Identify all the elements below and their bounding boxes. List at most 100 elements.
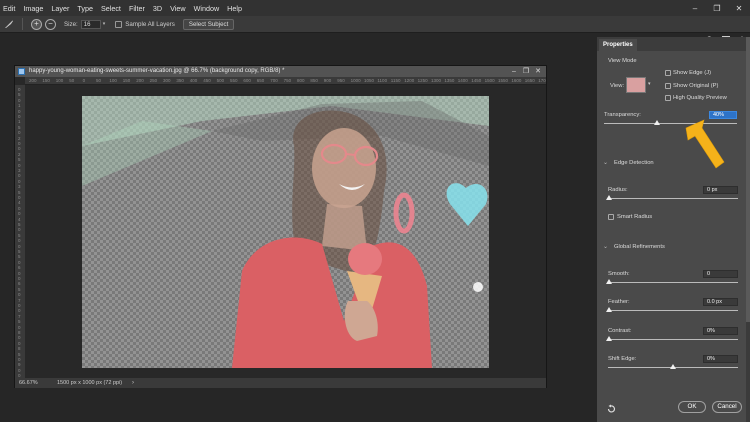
reset-icon[interactable] (606, 401, 616, 413)
menu-select[interactable]: Select (97, 4, 125, 13)
ruler-tick-label: 150 (42, 78, 50, 83)
ruler-tick-label: 1550 (498, 78, 509, 83)
ruler-tick-label: 1350 (444, 78, 455, 83)
tab-properties[interactable]: Properties (599, 39, 637, 51)
menu-image[interactable]: Image (19, 4, 47, 13)
status-menu-icon[interactable]: › (132, 378, 134, 388)
ruler-tick-label: 150 (122, 78, 131, 83)
sample-all-layers-checkbox[interactable] (115, 20, 123, 28)
panel-scrollbar-thumb[interactable] (746, 37, 750, 322)
feather-slider-thumb[interactable] (606, 307, 612, 312)
menu-help[interactable]: Help (223, 4, 246, 13)
shift-edge-label: Shift Edge: (608, 356, 637, 362)
ruler-tick-label: 0 (18, 87, 21, 92)
ruler-tick-label: 0 (18, 227, 21, 233)
contrast-input[interactable]: 0% (703, 327, 738, 335)
transparency-slider-thumb[interactable] (654, 120, 661, 125)
size-input[interactable]: 16 (80, 19, 101, 29)
ruler-tick-label: 0 (18, 276, 21, 281)
menu-type[interactable]: Type (73, 4, 97, 13)
properties-panel: Properties View Mode View: ▾ Show Edge (… (597, 37, 750, 422)
document-tab[interactable]: happy-young-woman-eating-sweets-summer-v… (15, 66, 546, 77)
minimize-button[interactable]: – (684, 0, 706, 16)
ruler-tick-label: 0 (18, 108, 21, 114)
ruler-tick-label: 700 (270, 78, 278, 83)
menu-layer[interactable]: Layer (47, 4, 73, 13)
smart-radius-label: Smart Radius (617, 214, 653, 220)
feather-input[interactable]: 0.0 px (703, 298, 738, 306)
canvas-area[interactable] (25, 85, 546, 378)
ruler-tick-label: 2 (18, 135, 21, 141)
ruler-tick-label: 5 (18, 351, 21, 357)
size-dropdown-icon[interactable]: ▾ (103, 21, 106, 27)
document-info: 1500 px x 1000 px (72 ppi) (57, 380, 123, 386)
ruler-tick-label: 0 (18, 211, 21, 217)
feather-slider[interactable] (608, 310, 738, 311)
ruler-tick-label: 5 (18, 254, 21, 260)
close-button[interactable]: ✕ (728, 0, 750, 16)
doc-maximize-button[interactable]: ❐ (520, 66, 532, 77)
ruler-tick-label: 450 (203, 78, 211, 83)
smart-radius-checkbox[interactable] (608, 214, 614, 220)
ruler-tick-label: 100 (109, 78, 117, 83)
select-subject-button[interactable]: Select Subject (182, 18, 235, 30)
ruler-tick-label: 5 (18, 222, 21, 227)
ruler-tick-label: 9 (18, 362, 21, 368)
radius-slider-thumb[interactable] (606, 195, 612, 200)
show-edge-label: Show Edge (J) (673, 70, 712, 76)
contrast-slider[interactable] (608, 339, 738, 340)
menu-window[interactable]: Window (190, 4, 224, 13)
maximize-button[interactable]: ❐ (706, 0, 728, 16)
ruler-tick-label: 3 (18, 184, 21, 190)
radius-slider[interactable] (608, 198, 738, 199)
ruler-tick-label: 1 (18, 103, 21, 109)
ruler-tick-label: 0 (18, 259, 21, 265)
view-mode-thumbnail[interactable] (626, 77, 646, 93)
ruler-tick-label: 900 (323, 78, 332, 83)
ruler-tick-label: 1400 (457, 78, 468, 83)
doc-minimize-button[interactable]: – (508, 66, 520, 77)
ruler-tick-label: 600 (243, 78, 251, 83)
ruler-tick-label: 5 (18, 157, 21, 163)
smooth-input[interactable]: 0 (703, 270, 738, 278)
contrast-slider-thumb[interactable] (606, 336, 612, 341)
ruler-tick-label: 1250 (417, 78, 428, 83)
photoshop-window: Edit Image Layer Type Select Filter 3D V… (0, 0, 750, 422)
panel-tab-bar: Properties (597, 37, 750, 51)
zoom-level[interactable]: 66.67% (19, 378, 38, 388)
view-dropdown-icon[interactable]: ▾ (648, 81, 651, 87)
ruler-tick-label: 550 (230, 78, 238, 83)
ruler-tick-label: 850 (310, 78, 318, 83)
show-original-label: Show Original (P) (673, 83, 719, 89)
smooth-slider[interactable] (608, 282, 738, 283)
menu-3d[interactable]: 3D (149, 4, 166, 13)
subtract-from-selection-icon[interactable]: − (45, 18, 56, 30)
edge-detection-chevron-icon[interactable]: ⌄ (603, 159, 608, 166)
menu-view[interactable]: View (166, 4, 189, 13)
global-refinements-chevron-icon[interactable]: ⌄ (603, 243, 608, 250)
add-to-selection-icon[interactable]: + (31, 18, 42, 30)
ruler-tick-label: 250 (149, 78, 158, 83)
show-original-checkbox[interactable] (665, 83, 671, 89)
smooth-label: Smooth: (608, 271, 630, 277)
menu-edit[interactable]: Edit (0, 4, 19, 13)
shift-edge-input[interactable]: 0% (703, 355, 738, 363)
panel-scrollbar[interactable] (746, 37, 750, 422)
ok-button[interactable]: OK (678, 401, 706, 413)
menu-filter[interactable]: Filter (125, 4, 149, 13)
shift-edge-slider-thumb[interactable] (670, 364, 676, 369)
ruler-tick-label: 0 (18, 97, 21, 103)
brush-tool-icon[interactable] (4, 19, 14, 29)
high-quality-preview-checkbox[interactable] (665, 95, 671, 101)
ruler-tick-label: 50 (96, 78, 102, 83)
status-bar: 66.67% 1500 px x 1000 px (72 ppi) › (15, 378, 546, 388)
document-title: happy-young-woman-eating-sweets-summer-v… (29, 68, 285, 74)
options-bar: + − Size: 16 ▾ Sample All Layers Select … (0, 16, 750, 44)
radius-input[interactable]: 0 px (703, 186, 738, 194)
smooth-slider-thumb[interactable] (606, 279, 612, 284)
canvas-image[interactable] (82, 96, 489, 368)
cancel-button[interactable]: Cancel (712, 401, 742, 413)
doc-close-button[interactable]: ✕ (532, 66, 544, 77)
show-edge-checkbox[interactable] (665, 70, 671, 76)
size-label: Size: (64, 20, 78, 28)
